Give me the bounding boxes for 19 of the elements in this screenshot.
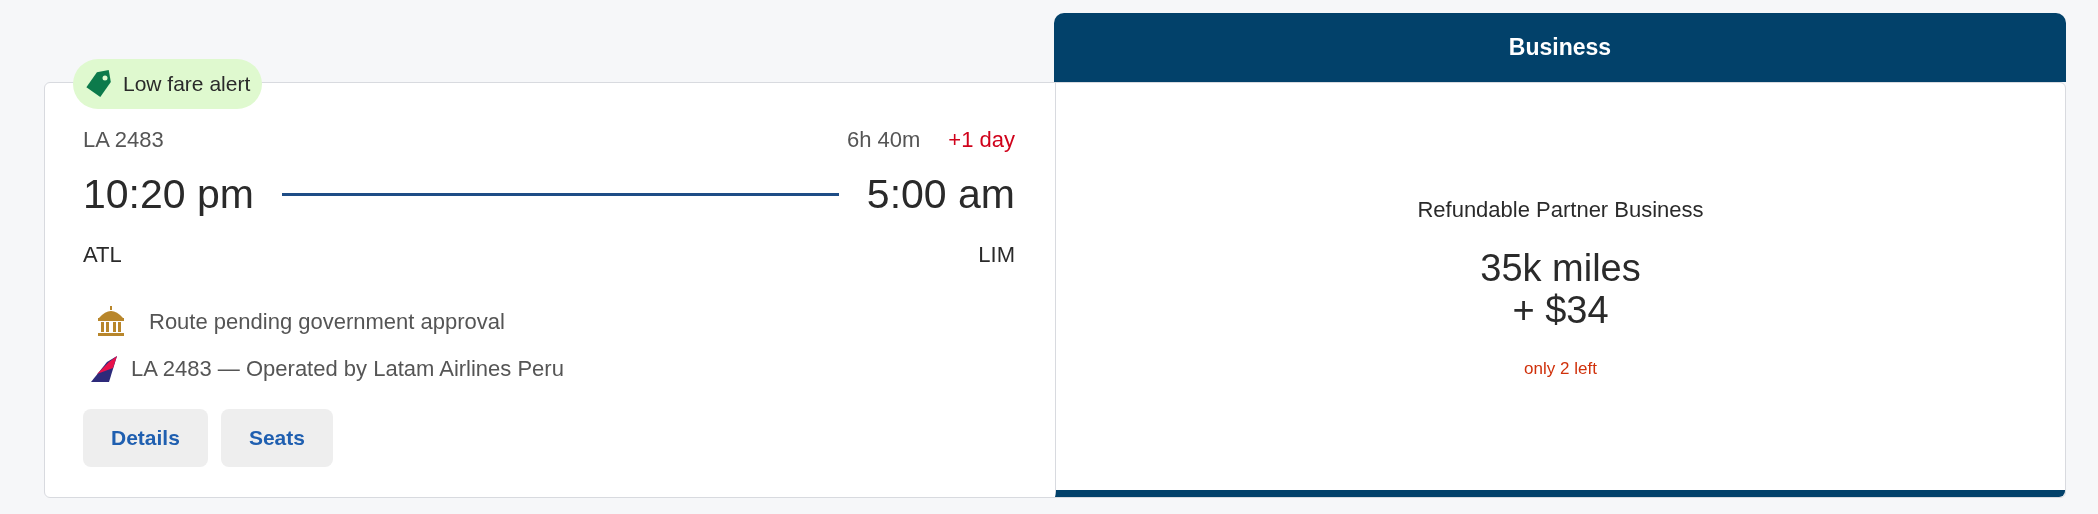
flight-button[interactable]: Seats (220, 408, 333, 467)
fare-miles: 35k miles (1480, 248, 1641, 290)
flight-number: LA 2483 (83, 126, 164, 154)
building-icon (95, 305, 127, 337)
notice-text: Route pending government approval (149, 307, 505, 336)
notice-text: LA 2483 — Operated by Latam Airlines Peru (131, 354, 564, 383)
cabin-header: Business (1054, 13, 2066, 82)
departure-time: 10:20 pm (83, 170, 254, 219)
arrival-time: 5:00 am (866, 170, 1015, 219)
fare-name: Refundable Partner Business (1417, 196, 1704, 224)
fare-cash: + $34 (1512, 289, 1609, 332)
origin-code: ATL (83, 240, 122, 269)
tag-icon (85, 70, 113, 98)
badge-label: Low fare alert (123, 71, 251, 98)
flight-button[interactable]: Details (83, 408, 208, 467)
availability-note: only 2 left (1524, 357, 1597, 380)
day-offset: +1 day (948, 126, 1015, 154)
destination-code: LIM (978, 240, 1015, 269)
flight-duration: 6h 40m (846, 126, 921, 154)
